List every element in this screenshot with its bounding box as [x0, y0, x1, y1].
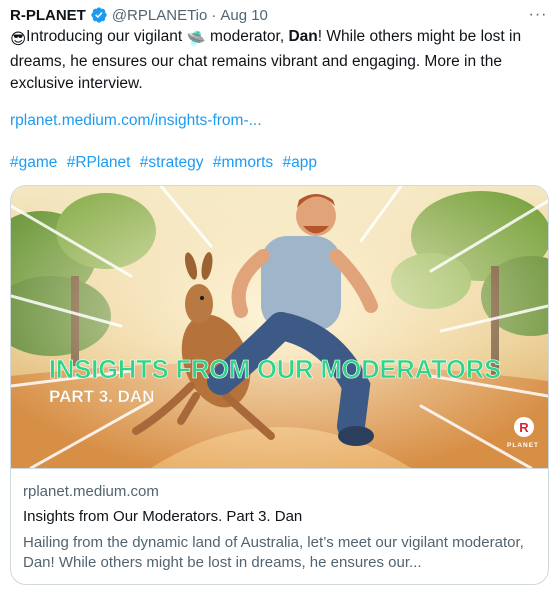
banner-subtitle: PART 3. DAN: [49, 387, 154, 406]
card-title[interactable]: Insights from Our Moderators. Part 3. Da…: [23, 507, 538, 527]
verified-badge-icon: [90, 6, 108, 24]
tweet-text-part-1: Introducing our vigilant: [26, 28, 187, 45]
more-horizontal-icon[interactable]: ···: [526, 4, 550, 26]
card-meta: rplanet.medium.com Insights from Our Mod…: [23, 482, 538, 573]
card-description: Hailing from the dynamic land of Austral…: [23, 534, 524, 571]
logo-letter: R: [519, 420, 529, 435]
tweet-link[interactable]: rplanet.medium.com/insights-from-...: [10, 110, 262, 132]
hashtag-list: #game #RPlanet #strategy #mmorts #app: [10, 152, 322, 174]
tweet-text-part-2: moderator,: [205, 28, 289, 45]
link-preview-card[interactable]: INSIGHTS FROM OUR MODERATORS PART 3. DAN…: [10, 185, 549, 585]
hashtag-rplanet[interactable]: #RPlanet: [67, 154, 131, 171]
tweet: R-PLANET @RPLANETio · Aug 10 ··· 😎Introd…: [0, 0, 560, 596]
tweet-bold-name: Dan: [288, 28, 318, 45]
ufo-emoji-icon: 🛸: [186, 31, 206, 48]
author-name[interactable]: R-PLANET: [10, 7, 86, 24]
card-domain: rplanet.medium.com: [23, 483, 159, 500]
hashtag-strategy[interactable]: #strategy: [140, 154, 204, 171]
tweet-date[interactable]: Aug 10: [220, 7, 268, 24]
sunglasses-emoji-icon: 😎: [10, 31, 27, 48]
card-image[interactable]: INSIGHTS FROM OUR MODERATORS PART 3. DAN…: [11, 186, 548, 469]
hashtag-app[interactable]: #app: [282, 154, 316, 171]
hashtag-mmorts[interactable]: #mmorts: [213, 154, 273, 171]
separator-dot: ·: [211, 6, 217, 24]
author-handle[interactable]: @RPLANETio: [112, 7, 208, 24]
tweet-text: 😎Introducing our vigilant 🛸 moderator, D…: [10, 26, 555, 95]
banner-title: INSIGHTS FROM OUR MODERATORS: [49, 354, 501, 384]
logo-text: PLANET: [507, 442, 539, 449]
tweet-header: R-PLANET @RPLANETio · Aug 10 ···: [10, 4, 550, 26]
hashtag-game[interactable]: #game: [10, 154, 57, 171]
